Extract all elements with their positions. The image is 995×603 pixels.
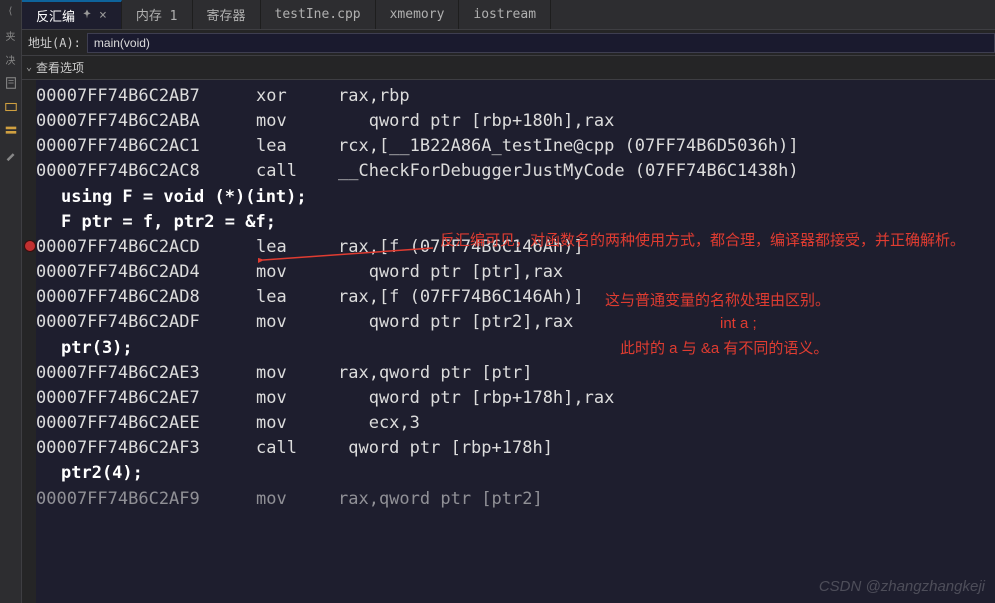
tab-label: 寄存器 <box>207 5 246 24</box>
tab-label: 内存 1 <box>136 5 178 24</box>
sidebar-icon-overlap[interactable]: 夹 <box>2 26 20 44</box>
opcode: mov <box>256 260 338 285</box>
opcode: mov <box>256 487 338 512</box>
opcode: mov <box>256 310 338 335</box>
opcode: call <box>256 159 338 184</box>
sidebar-icon-collapse[interactable]: ⟨ <box>2 2 20 20</box>
tab-反汇编[interactable]: 反汇编 × <box>22 0 122 29</box>
asm-line[interactable]: 00007FF74B6C2AE7mov qword ptr [rbp+178h]… <box>36 386 995 411</box>
opcode: lea <box>256 235 338 260</box>
address: 00007FF74B6C2AEE <box>36 411 256 436</box>
source-line[interactable]: ptr(3); <box>36 336 995 361</box>
close-icon[interactable]: × <box>99 8 107 23</box>
asm-line[interactable]: 00007FF74B6C2AE3movrax,qword ptr [ptr] <box>36 361 995 386</box>
sidebar-icon-stack[interactable] <box>2 122 20 140</box>
opcode: mov <box>256 386 338 411</box>
address-input[interactable] <box>87 33 995 53</box>
view-options-row[interactable]: ⌄ 查看选项 <box>22 56 995 80</box>
tab-xmemory[interactable]: xmemory <box>376 0 460 29</box>
opcode: mov <box>256 411 338 436</box>
address: 00007FF74B6C2ADF <box>36 310 256 335</box>
opcode: call <box>256 436 338 461</box>
view-options-label: 查看选项 <box>36 59 84 76</box>
address: 00007FF74B6C2AF3 <box>36 436 256 461</box>
source-line[interactable]: ptr2(4); <box>36 461 995 486</box>
watermark: CSDN @zhangzhangkeji <box>819 578 985 595</box>
operand: qword ptr [ptr],rax <box>338 260 563 285</box>
address: 00007FF74B6C2AE7 <box>36 386 256 411</box>
tab-寄存器[interactable]: 寄存器 <box>193 0 261 29</box>
operand: rcx,[__1B22A86A_testIne@cpp (07FF74B6D50… <box>338 134 799 159</box>
tab-label: 反汇编 <box>36 6 75 25</box>
address-label: 地址(A): <box>28 34 81 51</box>
address: 00007FF74B6C2ACD <box>36 235 256 260</box>
sidebar-icon-tools[interactable] <box>2 146 20 164</box>
asm-line[interactable]: 00007FF74B6C2AF9movrax,qword ptr [ptr2] <box>36 487 995 512</box>
sidebar-icon-decide[interactable]: 决 <box>2 50 20 68</box>
tab-label: testIne.cpp <box>275 7 361 22</box>
pin-icon[interactable] <box>81 8 93 24</box>
address: 00007FF74B6C2AC8 <box>36 159 256 184</box>
annotation-3: int a ; <box>720 313 757 336</box>
opcode: mov <box>256 109 338 134</box>
opcode: lea <box>256 285 338 310</box>
operand: __CheckForDebuggerJustMyCode (07FF74B6C1… <box>338 159 799 184</box>
address: 00007FF74B6C2AF9 <box>36 487 256 512</box>
address: 00007FF74B6C2AB7 <box>36 84 256 109</box>
asm-line[interactable]: 00007FF74B6C2AEEmov ecx,3 <box>36 411 995 436</box>
address: 00007FF74B6C2AD8 <box>36 285 256 310</box>
disassembly-pane[interactable]: 00007FF74B6C2AB7xorrax,rbp00007FF74B6C2A… <box>22 80 995 516</box>
asm-line[interactable]: 00007FF74B6C2AD8learax,[f (07FF74B6C146A… <box>36 285 995 310</box>
asm-line[interactable]: 00007FF74B6C2AB7xorrax,rbp <box>36 84 995 109</box>
opcode: lea <box>256 134 338 159</box>
tab-label: xmemory <box>390 7 445 22</box>
address: 00007FF74B6C2ABA <box>36 109 256 134</box>
tab-label: iostream <box>473 7 536 22</box>
operand: ecx,3 <box>338 411 420 436</box>
address: 00007FF74B6C2AD4 <box>36 260 256 285</box>
asm-line[interactable]: 00007FF74B6C2AF3call qword ptr [rbp+178h… <box>36 436 995 461</box>
sidebar-icon-file[interactable] <box>2 74 20 92</box>
asm-line[interactable]: 00007FF74B6C2AC1learcx,[__1B22A86A_testI… <box>36 134 995 159</box>
annotation-2: 这与普通变量的名称处理由区别。 <box>605 290 830 313</box>
tab-iostream[interactable]: iostream <box>459 0 551 29</box>
operand: qword ptr [rbp+178h] <box>338 436 553 461</box>
annotation-4: 此时的 a 与 &a 有不同的语义。 <box>620 338 828 361</box>
address-toolbar: 地址(A): <box>22 30 995 56</box>
asm-line[interactable]: 00007FF74B6C2AD4mov qword ptr [ptr],rax <box>36 260 995 285</box>
operand: qword ptr [ptr2],rax <box>338 310 573 335</box>
tab-testIne.cpp[interactable]: testIne.cpp <box>261 0 376 29</box>
address: 00007FF74B6C2AE3 <box>36 361 256 386</box>
operand: rax,rbp <box>338 84 410 109</box>
annotation-1: 反汇编可见，对函数名的两种使用方式，都合理，编译器都接受，并正确解析。 <box>440 230 980 253</box>
breakpoint-icon[interactable] <box>24 240 36 252</box>
opcode: mov <box>256 361 338 386</box>
opcode: xor <box>256 84 338 109</box>
tab-内存 1[interactable]: 内存 1 <box>122 0 193 29</box>
operand: qword ptr [rbp+180h],rax <box>338 109 614 134</box>
tabs-bar: 反汇编 × 内存 1 寄存器 testIne.cpp xmemory iostream <box>22 0 995 30</box>
asm-line[interactable]: 00007FF74B6C2ABAmov qword ptr [rbp+180h]… <box>36 109 995 134</box>
sidebar-icon-box[interactable] <box>2 98 20 116</box>
chevron-down-icon: ⌄ <box>26 62 32 73</box>
source-line[interactable]: using F = void (*)(int); <box>36 185 995 210</box>
asm-line[interactable]: 00007FF74B6C2AC8call__CheckForDebuggerJu… <box>36 159 995 184</box>
operand: rax,qword ptr [ptr2] <box>338 487 543 512</box>
left-sidebar: ⟨ 夹 决 <box>0 0 22 603</box>
asm-line[interactable]: 00007FF74B6C2ADFmov qword ptr [ptr2],rax <box>36 310 995 335</box>
address: 00007FF74B6C2AC1 <box>36 134 256 159</box>
operand: qword ptr [rbp+178h],rax <box>338 386 614 411</box>
operand: rax,qword ptr [ptr] <box>338 361 532 386</box>
operand: rax,[f (07FF74B6C146Ah)] <box>338 285 584 310</box>
